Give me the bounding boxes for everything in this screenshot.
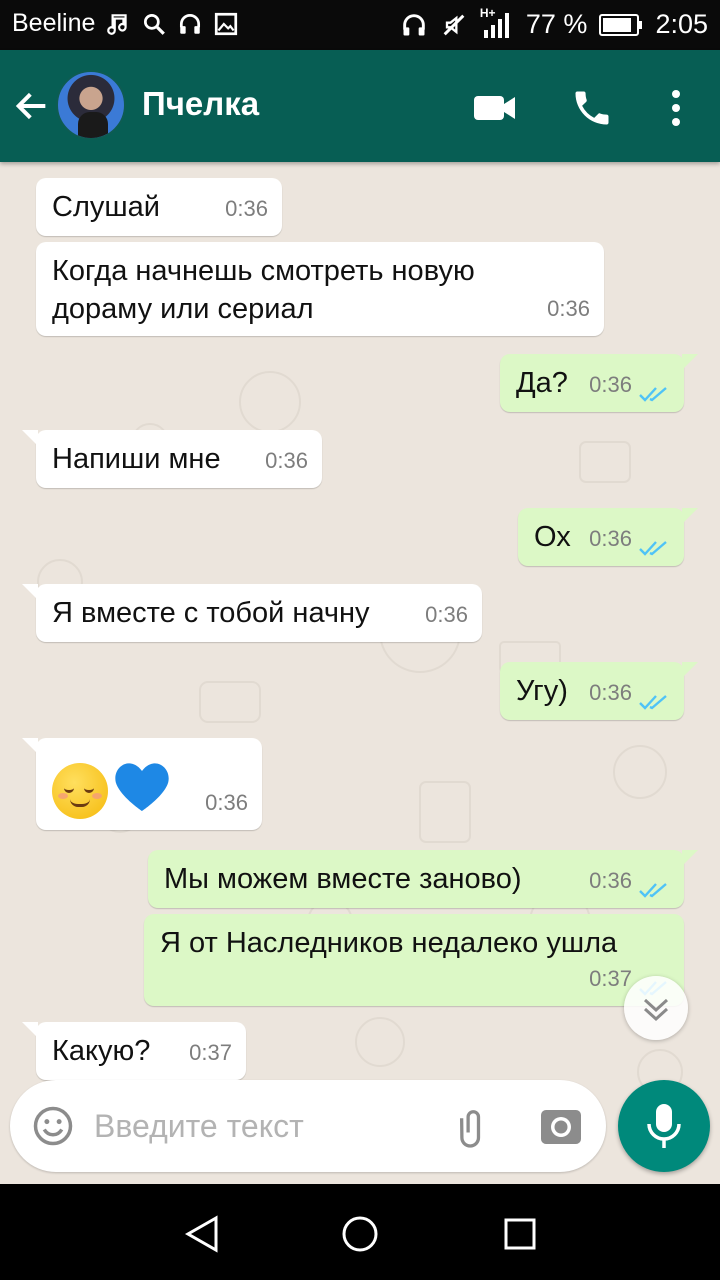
- nav-recents-icon[interactable]: [498, 1212, 542, 1256]
- message-time: 0:36: [205, 790, 248, 815]
- message-text: Я вместе с тобой начну: [52, 597, 370, 629]
- headphones-icon: [400, 11, 428, 39]
- message-time: 0:36: [265, 448, 308, 473]
- message-incoming[interactable]: Я вместе с тобой начну 0:36: [22, 584, 482, 642]
- video-call-icon[interactable]: [472, 86, 518, 130]
- relieved-face-emoji: [52, 763, 108, 819]
- message-outgoing[interactable]: Мы можем вместе заново) 0:36: [148, 850, 698, 908]
- more-vert-icon[interactable]: [654, 86, 698, 130]
- message-incoming[interactable]: Слушай 0:36: [36, 178, 282, 236]
- music-note-icon: [105, 11, 131, 37]
- message-input[interactable]: [94, 1102, 434, 1150]
- message-time: 0:36: [589, 868, 632, 893]
- read-ticks-icon: [639, 541, 667, 556]
- double-chevron-down-icon: [643, 998, 669, 1022]
- read-ticks-icon: [639, 695, 667, 710]
- battery-percent: 77 %: [525, 9, 588, 39]
- emoji-icon[interactable]: [32, 1105, 74, 1147]
- message-incoming[interactable]: Какую? 0:37: [22, 1022, 246, 1080]
- read-ticks-icon: [639, 387, 667, 402]
- nav-home-icon[interactable]: [338, 1212, 382, 1256]
- message-text: Ох: [534, 521, 571, 553]
- contact-name[interactable]: Пчелка: [142, 85, 259, 123]
- message-text: Напиши мне: [52, 443, 221, 475]
- back-arrow-icon[interactable]: [12, 86, 52, 126]
- mic-icon: [647, 1104, 681, 1148]
- message-outgoing[interactable]: Да? 0:36: [500, 354, 698, 412]
- message-time: 0:36: [547, 296, 590, 321]
- message-time: 0:36: [589, 680, 632, 705]
- blue-heart-emoji: [112, 758, 172, 824]
- message-time: 0:36: [425, 602, 468, 627]
- message-text: Какую?: [52, 1035, 151, 1067]
- message-incoming[interactable]: Когда начнешь смотреть новую дораму или …: [36, 242, 604, 336]
- battery-icon: [599, 13, 643, 37]
- message-text: Когда начнешь смотреть новую: [52, 255, 475, 287]
- message-text: Угу): [516, 675, 568, 707]
- network-type: H+: [479, 5, 496, 20]
- headset-icon: [177, 11, 203, 37]
- message-time: 0:36: [225, 196, 268, 221]
- scroll-to-bottom-button[interactable]: [624, 976, 688, 1040]
- signal-icon: H+: [480, 6, 514, 40]
- chat-area[interactable]: Слушай 0:36 Когда начнешь смотреть новую…: [0, 162, 720, 1184]
- composer: [10, 1080, 606, 1172]
- paperclip-icon[interactable]: [448, 1104, 496, 1148]
- message-time: 0:36: [589, 526, 632, 551]
- message-text: Да?: [516, 367, 568, 399]
- status-bar: Beeline H+ 77 % 2:05: [0, 0, 720, 50]
- navigation-bar: [0, 1184, 720, 1280]
- message-text: Я от Наследников недалеко ушла: [160, 927, 618, 959]
- camera-icon[interactable]: [540, 1106, 582, 1146]
- clock: 2:05: [655, 9, 708, 39]
- search-icon: [141, 11, 167, 37]
- message-time: 0:36: [589, 372, 632, 397]
- phone-icon[interactable]: [570, 86, 616, 130]
- message-incoming[interactable]: 0:36: [22, 738, 262, 830]
- message-text-line2: дораму или сериал: [52, 293, 314, 325]
- read-ticks-icon: [639, 883, 667, 898]
- message-text: Слушай: [52, 191, 160, 223]
- message-text: Мы можем вместе заново): [164, 863, 522, 895]
- carrier-name: Beeline: [12, 9, 96, 37]
- avatar[interactable]: [56, 70, 126, 140]
- message-outgoing[interactable]: Угу) 0:36: [500, 662, 698, 720]
- mic-button[interactable]: [618, 1080, 710, 1172]
- message-incoming[interactable]: Напиши мне 0:36: [22, 430, 322, 488]
- message-outgoing[interactable]: Я от Наследников недалеко ушла 0:37: [144, 914, 684, 1006]
- mute-icon: [440, 11, 468, 39]
- nav-back-icon[interactable]: [180, 1212, 224, 1256]
- chat-header: Пчелка: [0, 50, 720, 162]
- message-outgoing[interactable]: Ох 0:36: [518, 508, 698, 566]
- gallery-icon: [213, 11, 239, 37]
- message-time: 0:37: [189, 1040, 232, 1065]
